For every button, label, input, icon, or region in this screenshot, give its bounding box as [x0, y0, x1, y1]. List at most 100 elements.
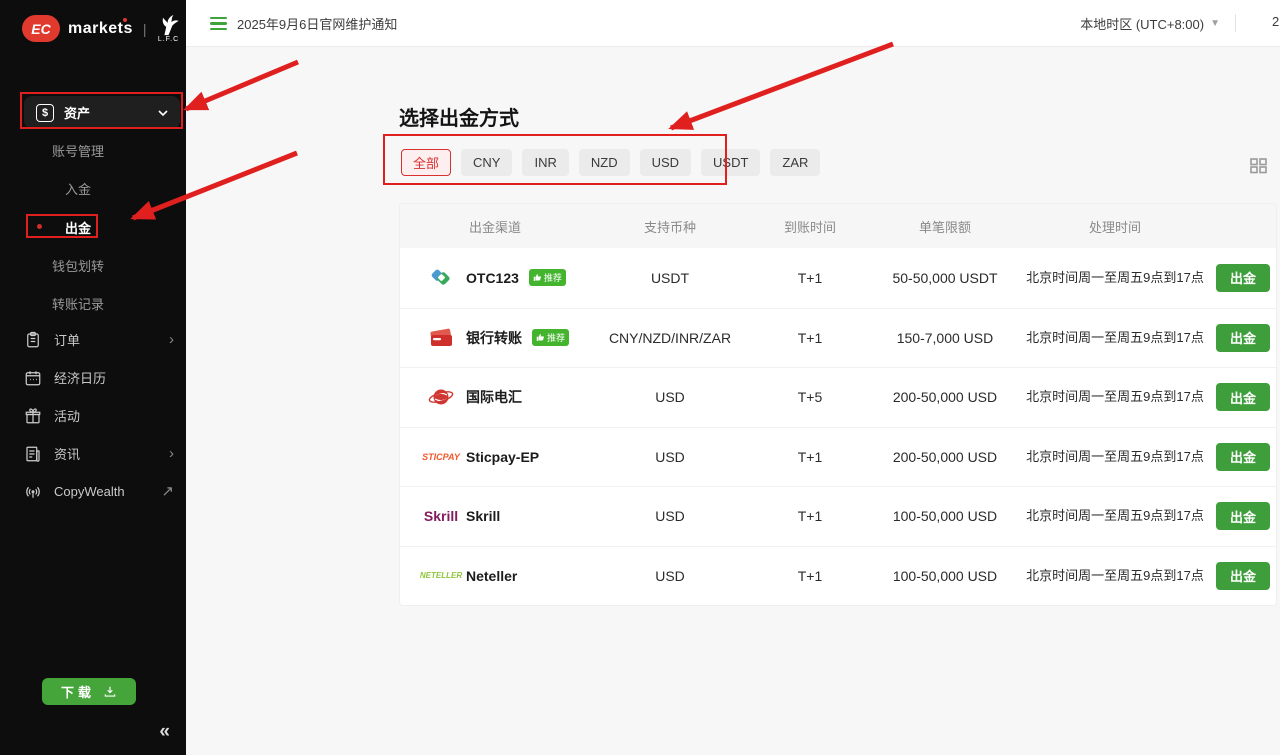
- arrival-time-cell: T+1: [750, 568, 870, 584]
- table-header-cell: 出金渠道: [400, 217, 590, 236]
- sidebar-item-copywealth[interactable]: CopyWealth ↗: [24, 482, 174, 500]
- economic-calendar-label: 经济日历: [54, 368, 174, 387]
- withdraw-button[interactable]: 出金: [1216, 562, 1270, 590]
- sidebar-item-activities[interactable]: 活动: [24, 406, 174, 425]
- topbar: 2025年9月6日官网维护通知 本地时区 (UTC+8:00) ▼ 2: [186, 0, 1280, 47]
- dollar-icon: $: [36, 104, 54, 122]
- channel-cell: OTC123 推荐: [400, 265, 590, 291]
- withdraw-button[interactable]: 出金: [1216, 383, 1270, 411]
- action-cell: 出金: [1210, 562, 1276, 590]
- channel-text-logo: Skrill: [424, 508, 458, 524]
- channel-name: Sticpay-EP: [466, 449, 539, 465]
- thumbs-up-icon: [536, 333, 545, 342]
- lfc-label: L.F.C: [158, 36, 179, 43]
- channel-cell: 银行转账 推荐: [400, 326, 590, 350]
- limit-cell: 100-50,000 USD: [870, 508, 1020, 524]
- channel-name: 国际电汇: [466, 387, 522, 407]
- chevron-down-icon: [158, 108, 168, 118]
- sidebar-item-orders[interactable]: 订单 ›: [24, 330, 174, 349]
- bank-transfer-icon: [427, 326, 455, 350]
- arrow-to-filters: [671, 44, 893, 128]
- app-window: EC markets | L.F.C $ 资产 账号管理 入金 出金 钱包划转 …: [0, 0, 1280, 755]
- currency-filter-chips: 全部 CNY INR NZD USD USDT ZAR: [401, 149, 820, 176]
- table-header-row: 出金渠道支持币种到账时间单笔限额处理时间: [400, 204, 1276, 248]
- processing-time-cell: 北京时间周一至周五9点到17点: [1020, 268, 1210, 288]
- collapse-sidebar-button[interactable]: «: [159, 721, 170, 743]
- activities-label: 活动: [54, 406, 174, 425]
- sidebar-item-deposit[interactable]: 入金: [23, 179, 133, 198]
- filter-chip[interactable]: INR: [522, 149, 568, 176]
- download-label: 下载: [61, 682, 95, 701]
- currencies-cell: USD: [590, 389, 750, 405]
- sidebar-item-wallet-transfer[interactable]: 钱包划转: [23, 256, 133, 275]
- channel-logo: Skrill: [424, 508, 458, 524]
- limit-cell: 50-50,000 USDT: [870, 270, 1020, 286]
- limit-cell: 150-7,000 USD: [870, 330, 1020, 346]
- external-link-icon: ↗: [161, 482, 174, 500]
- sidebar-item-withdraw[interactable]: 出金: [23, 218, 133, 237]
- channel-name: Neteller: [466, 568, 517, 584]
- sidebar-item-transfer-records[interactable]: 转账记录: [23, 294, 133, 313]
- brand-logo: EC markets | L.F.C: [22, 14, 181, 43]
- chevron-right-icon: ›: [169, 331, 174, 348]
- sidebar-item-account-management[interactable]: 账号管理: [23, 141, 133, 160]
- channel-logo: STICPAY: [424, 452, 458, 462]
- topbar-divider: [1235, 14, 1236, 32]
- channel-name: 银行转账: [466, 328, 522, 348]
- page-title: 选择出金方式: [399, 102, 519, 131]
- broadcast-icon: [24, 482, 42, 500]
- table-row: Skrill Skrill USD T+1 100-50,000 USD 北京时…: [400, 486, 1276, 546]
- sidebar-item-news[interactable]: 资讯 ›: [24, 444, 174, 463]
- notice-text: 2025年9月6日官网维护通知: [237, 14, 397, 33]
- table-header-cell: 到账时间: [750, 217, 870, 236]
- ec-logo-badge: EC: [22, 15, 60, 42]
- filter-chip[interactable]: USD: [640, 149, 691, 176]
- sidebar-item-economic-calendar[interactable]: 经济日历: [24, 368, 174, 387]
- withdrawal-methods-table: 出金渠道支持币种到账时间单笔限额处理时间: [399, 203, 1277, 606]
- filter-chip[interactable]: USDT: [701, 149, 760, 176]
- table-row: 国际电汇 USD T+5 200-50,000 USD 北京时间周一至周五9点到…: [400, 367, 1276, 427]
- currencies-cell: USD: [590, 449, 750, 465]
- processing-time-cell: 北京时间周一至周五9点到17点: [1020, 566, 1210, 586]
- processing-time-cell: 北京时间周一至周五9点到17点: [1020, 387, 1210, 407]
- table-row: 银行转账 推荐 CNY/NZD/INR/ZAR T+1 150-7,000 US…: [400, 308, 1276, 368]
- download-button[interactable]: 下载: [42, 678, 136, 705]
- table-row: OTC123 推荐 USDT T+1 50-50,000 USDT 北京时间周一…: [400, 248, 1276, 308]
- brand-name: markets: [68, 20, 133, 38]
- filter-chip[interactable]: CNY: [461, 149, 512, 176]
- international-wire-icon: [428, 385, 454, 409]
- channel-logo: [424, 265, 458, 291]
- arrival-time-cell: T+1: [750, 508, 870, 524]
- withdraw-button[interactable]: 出金: [1216, 443, 1270, 471]
- recommended-badge: 推荐: [532, 329, 569, 346]
- sidebar-item-assets[interactable]: $ 资产: [24, 96, 180, 129]
- grid-view-toggle[interactable]: [1249, 156, 1268, 175]
- recommended-badge: 推荐: [529, 269, 566, 286]
- lfc-logo: L.F.C: [157, 14, 181, 43]
- withdraw-button[interactable]: 出金: [1216, 502, 1270, 530]
- withdraw-button[interactable]: 出金: [1216, 324, 1270, 352]
- caret-down-icon: ▼: [1210, 18, 1220, 29]
- announcement-icon: [210, 17, 227, 31]
- calendar-icon: [24, 369, 42, 387]
- filter-chip[interactable]: ZAR: [770, 149, 820, 176]
- filter-chip[interactable]: NZD: [579, 149, 630, 176]
- limit-cell: 200-50,000 USD: [870, 389, 1020, 405]
- logo-divider: |: [143, 21, 147, 37]
- currencies-cell: USD: [590, 508, 750, 524]
- limit-cell: 100-50,000 USD: [870, 568, 1020, 584]
- arrival-time-cell: T+1: [750, 449, 870, 465]
- otc123-logo-icon: [428, 265, 454, 291]
- assets-label: 资产: [64, 103, 148, 122]
- timezone-selector[interactable]: 本地时区 (UTC+8:00) ▼: [1080, 0, 1220, 47]
- maintenance-notice[interactable]: 2025年9月6日官网维护通知: [210, 0, 397, 47]
- withdraw-button[interactable]: 出金: [1216, 264, 1270, 292]
- processing-time-cell: 北京时间周一至周五9点到17点: [1020, 328, 1210, 348]
- currencies-cell: USD: [590, 568, 750, 584]
- table-row: NETELLER Neteller USD T+1 100-50,000 USD…: [400, 546, 1276, 606]
- filter-chip[interactable]: 全部: [401, 149, 451, 176]
- table-header-cell: 单笔限额: [870, 217, 1020, 236]
- channel-cell: Skrill Skrill: [400, 508, 590, 524]
- copywealth-label: CopyWealth: [54, 484, 149, 499]
- table-row: STICPAY Sticpay-EP USD T+1 200-50,000 US…: [400, 427, 1276, 487]
